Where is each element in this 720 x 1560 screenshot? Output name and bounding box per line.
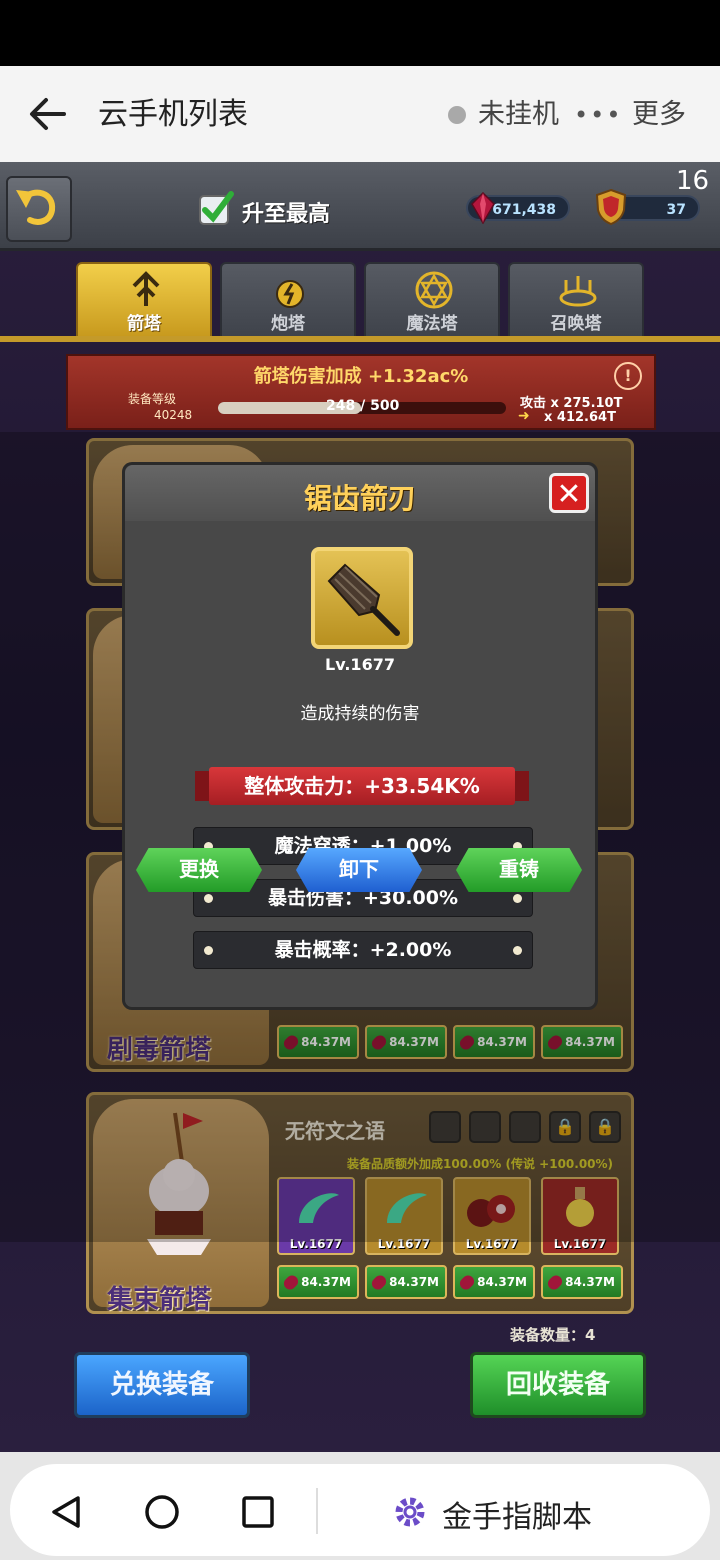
replace-button[interactable]: 更换	[136, 848, 262, 892]
arrow-tower-icon	[132, 271, 160, 306]
item-level: Lv.1677	[325, 655, 395, 674]
drill-blade-icon	[327, 563, 400, 636]
recycle-value-button[interactable]: 84.37M	[365, 1265, 447, 1299]
nav-home-icon[interactable]	[142, 1492, 182, 1532]
hexagram-icon	[415, 271, 453, 309]
idle-status: 未挂机	[478, 99, 559, 130]
status-bar	[0, 0, 720, 66]
nav-divider	[316, 1488, 318, 1534]
exp-text: 248 / 500	[326, 398, 400, 414]
checkbox-checked-icon[interactable]	[198, 190, 234, 226]
bomb-icon	[276, 280, 304, 308]
back-button[interactable]	[26, 92, 70, 136]
item-detail-dialog: 锯齿箭刃 ✕ Lv.1677 造成持续的伤害 整体攻击力：+33.54K% 魔法…	[122, 462, 598, 1010]
tab-summon-tower[interactable]: 召唤塔	[508, 262, 644, 336]
bullet-icon	[513, 946, 522, 955]
max-level-label[interactable]: 升至最高	[242, 196, 330, 228]
item-description: 造成持续的伤害	[300, 704, 420, 724]
script-button[interactable]: 金手指脚本	[442, 1492, 592, 1536]
close-button[interactable]: ✕	[549, 473, 589, 513]
unequip-button[interactable]: 卸下	[296, 848, 422, 892]
recycle-value-button[interactable]: 84.37M	[453, 1265, 535, 1299]
info-icon[interactable]: !	[614, 362, 642, 390]
sub-stat-text: 暴击概率：+2.00%	[274, 939, 452, 961]
ribbon-tail	[513, 771, 529, 801]
reforge-button[interactable]: 重铸	[456, 848, 582, 892]
main-stat-ribbon: 整体攻击力：+33.54K%	[209, 767, 515, 805]
item-icon	[311, 547, 413, 649]
recycle-value-button[interactable]: 84.37M	[541, 1265, 623, 1299]
bullet-icon	[204, 894, 213, 903]
nav-recents-icon[interactable]	[238, 1492, 278, 1532]
damage-bonus-banner: 箭塔伤害加成 +1.32ac% 装备等级 40248 248 / 500 攻击 …	[66, 354, 656, 430]
bonus-title: 箭塔伤害加成 +1.32ac%	[253, 366, 469, 387]
tab-label: 炮塔	[271, 314, 305, 334]
summon-portal-icon	[559, 276, 597, 307]
fps-counter: 16	[676, 166, 710, 196]
undo-icon	[16, 189, 56, 225]
tab-magic-tower[interactable]: 魔法塔	[364, 262, 500, 336]
bullet-icon	[204, 946, 213, 955]
tab-arrow-tower[interactable]: 箭塔	[76, 262, 212, 336]
gear-icon	[395, 1497, 425, 1527]
page-title: 云手机列表	[98, 97, 248, 132]
tab-label: 箭塔	[127, 314, 161, 334]
attack-current: 攻击 x 275.10T	[520, 396, 623, 411]
recycle-value-button[interactable]: 84.37M	[277, 1265, 359, 1299]
sub-stat-row: 暴击概率：+2.00%	[193, 931, 533, 969]
tab-cannon-tower[interactable]: 炮塔	[220, 262, 356, 336]
tab-underline	[0, 336, 720, 342]
recycle-buttons: 84.37M 84.37M 84.37M 84.37M	[277, 1265, 625, 1301]
ruby-gem-icon	[471, 192, 495, 224]
nav-pill	[10, 1464, 710, 1556]
dialog-title: 锯齿箭刃	[303, 482, 416, 515]
ruby-gem-icon	[369, 1272, 389, 1293]
ruby-gem-icon	[457, 1272, 477, 1293]
arrow-left-icon	[30, 98, 66, 130]
exchange-equipment-button[interactable]: 兑换装备	[74, 1352, 250, 1418]
ruby-gem-icon	[545, 1272, 565, 1293]
tab-label: 召唤塔	[550, 314, 602, 334]
status-dot-icon	[448, 106, 466, 124]
ruby-gem-icon	[281, 1272, 301, 1293]
tab-label: 魔法塔	[406, 314, 458, 334]
arrow-right-icon: ➜	[518, 408, 530, 424]
undo-button[interactable]	[6, 176, 72, 242]
more-dots-icon[interactable]: •••	[574, 96, 622, 134]
recycle-equipment-button[interactable]: 回收装备	[470, 1352, 646, 1418]
equip-level-value: 40248	[154, 408, 193, 422]
shield-badge-icon	[595, 188, 627, 226]
attack-next: x 412.64T	[544, 410, 616, 425]
equip-level-label: 装备等级	[128, 392, 177, 406]
game-screen: 16 升至最高 671,438 37 箭塔 炮塔 魔法塔 召唤塔 箭塔伤害加成 …	[0, 162, 720, 1452]
tower-name: 集束箭塔	[107, 1285, 212, 1315]
more-button[interactable]: 更多	[632, 96, 686, 134]
nav-back-icon[interactable]	[46, 1492, 86, 1532]
equip-count: 装备数量：4	[510, 1326, 596, 1344]
bullet-icon	[513, 894, 522, 903]
